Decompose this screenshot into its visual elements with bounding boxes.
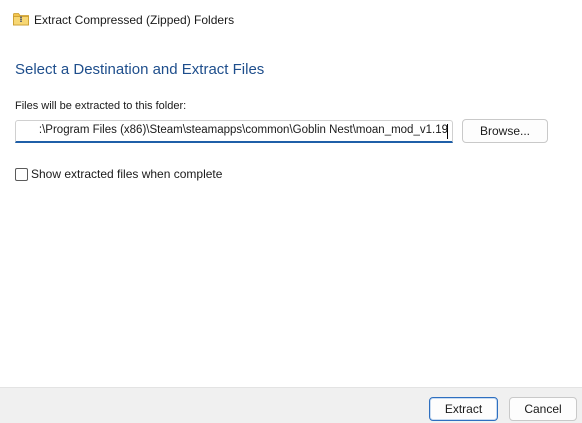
zipped-folder-icon <box>13 12 29 26</box>
page-heading: Select a Destination and Extract Files <box>15 61 265 78</box>
destination-label: Files will be extracted to this folder: <box>15 100 187 112</box>
show-files-label[interactable]: Show extracted files when complete <box>31 167 222 181</box>
destination-path-value: :\Program Files (x86)\Steam\steamapps\co… <box>38 124 448 136</box>
browse-button[interactable]: Browse... <box>462 119 548 143</box>
extract-button[interactable]: Extract <box>429 397 498 421</box>
extract-dialog: Extract Compressed (Zipped) Folders Sele… <box>0 0 582 423</box>
cancel-button[interactable]: Cancel <box>509 397 577 421</box>
title-bar[interactable]: Extract Compressed (Zipped) Folders <box>0 0 582 40</box>
show-files-checkbox[interactable] <box>15 168 28 181</box>
window-title: Extract Compressed (Zipped) Folders <box>34 13 235 27</box>
text-caret <box>447 124 448 139</box>
destination-path-input[interactable]: :\Program Files (x86)\Steam\steamapps\co… <box>15 120 453 143</box>
